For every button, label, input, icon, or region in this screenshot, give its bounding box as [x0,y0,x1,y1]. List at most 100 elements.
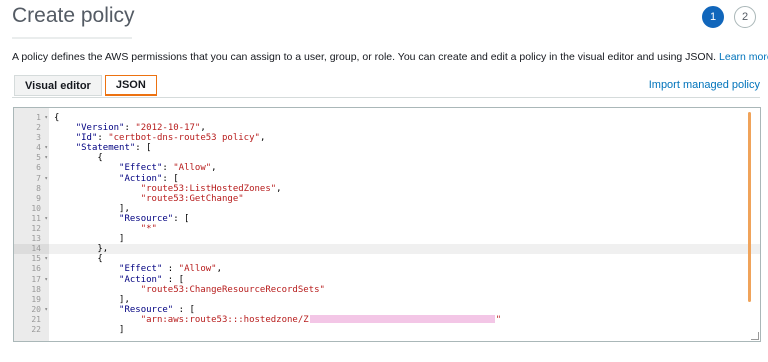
line-number-text: 18 [31,284,41,294]
line-number: 3 [14,133,49,143]
code-line[interactable]: 13 ] [14,234,760,244]
line-number-text: 6 [36,163,41,173]
line-number: 14 [14,244,49,255]
step-indicator: 1 2 [702,6,756,28]
import-managed-policy-link[interactable]: Import managed policy [649,79,760,91]
fold-arrow-icon[interactable]: ▾ [44,113,48,123]
code-text: "route53:GetChange" [140,193,244,204]
learn-more-link[interactable]: Learn more [719,51,768,63]
code-line[interactable]: 17 ▾ "Action" : [ [14,275,760,285]
code-lines: 1 ▾{2 "Version": "2012-10-17", 3 "Id": "ce… [14,113,760,335]
code-text: "Effect": "Allow", [119,163,217,174]
fold-arrow-icon[interactable]: ▾ [44,143,48,153]
code-text: "route53:ChangeResourceRecordSets" [140,284,325,295]
editor-scrollbar[interactable] [748,112,751,302]
code-line[interactable]: 15 ▾ { [14,254,760,264]
line-number-text: 22 [31,324,41,334]
fold-arrow-icon[interactable]: ▾ [44,275,48,285]
line-number-text: 20 [31,304,41,314]
redacted-block [309,315,495,324]
code-line[interactable]: 18 "route53:ChangeResourceRecordSets" [14,285,760,295]
code-text: "route53:ListHostedZones", [140,183,282,194]
line-number-text: 9 [36,193,41,203]
line-number-text: 4 [36,143,41,153]
code-text: "arn:aws:route53:::hostedzone/Z " [140,314,502,325]
code-text: }, [54,244,109,255]
code-line[interactable]: 1 ▾ { [14,113,760,123]
code-line[interactable]: 22 ] [14,325,760,335]
line-number: 20 ▾ [14,305,49,315]
line-number: 2 [14,123,49,133]
line-number-text: 17 [31,274,41,284]
step-2[interactable]: 2 [734,6,756,28]
line-number: 16 [14,264,49,274]
line-number-text: 21 [31,314,41,324]
line-number-text: 10 [31,203,41,213]
line-number-text: 11 [31,213,41,223]
line-number-text: 19 [31,294,41,304]
line-number: 4 ▾ [14,143,49,153]
line-number: 12 [14,224,49,234]
line-number: 7 ▾ [14,174,49,184]
code-line[interactable]: 20 ▾ "Resource" : [ [14,305,760,315]
code-line[interactable]: 8 "route53:ListHostedZones", [14,184,760,194]
code-line[interactable]: 3 "Id": "certbot-dns-route53 policy", [14,133,760,143]
line-number: 9 [14,194,49,204]
fold-arrow-icon[interactable]: ▾ [44,214,48,224]
line-number: 22 [14,325,49,335]
code-line[interactable]: 11 ▾ "Resource": [ [14,214,760,224]
code-line[interactable]: 12 "*" [14,224,760,234]
policy-description: A policy defines the AWS permissions tha… [12,51,768,63]
code-line[interactable]: 10 ], [14,204,760,214]
line-number: 18 [14,285,49,295]
line-number: 6 [14,163,49,173]
line-number-text: 8 [36,183,41,193]
line-number-text: 16 [31,264,41,274]
line-number: 13 [14,234,49,244]
line-number: 10 [14,204,49,214]
code-line[interactable]: 19 ], [14,295,760,305]
line-number: 1 ▾ [14,113,49,123]
code-text: { [54,254,103,265]
line-number: 19 [14,295,49,305]
code-line[interactable]: 14 }, [14,244,760,255]
line-number: 8 [14,184,49,194]
step-1[interactable]: 1 [702,6,724,28]
code-line[interactable]: 6 "Effect": "Allow", [14,163,760,173]
code-text: { [54,113,60,123]
code-text: ], [54,294,130,305]
tab-visual-editor[interactable]: Visual editor [14,75,102,96]
code-text: "Id": "certbot-dns-route53 policy", [75,133,266,144]
fold-arrow-icon[interactable]: ▾ [44,153,48,163]
resize-handle-icon[interactable] [751,332,759,340]
code-line[interactable]: 9 "route53:GetChange" [14,194,760,204]
code-line[interactable]: 4 ▾ "Statement": [ [14,143,760,153]
tab-json[interactable]: JSON [104,75,157,96]
code-text: "Resource" : [ [119,304,195,315]
fold-arrow-icon[interactable]: ▾ [44,305,48,315]
description-text: A policy defines the AWS permissions tha… [12,51,717,63]
line-number: 17 ▾ [14,275,49,285]
code-text: "*" [140,224,157,235]
page-title: Create policy [12,4,135,27]
code-text: ] [54,234,125,245]
fold-arrow-icon[interactable]: ▾ [44,254,48,264]
tab-divider [12,97,760,98]
code-line[interactable]: 16 "Effect" : "Allow", [14,264,760,274]
code-text: ], [54,203,130,214]
code-line[interactable]: 2 "Version": "2012-10-17", [14,123,760,133]
code-text: "Effect" : "Allow", [119,264,223,275]
line-number: 11 ▾ [14,214,49,224]
code-text: ] [54,324,125,335]
line-number-text: 2 [36,123,41,133]
code-text: "Action" : [ [119,274,185,285]
code-line[interactable]: 21 "arn:aws:route53:::hostedzone/Z " [14,315,760,325]
line-number-text: 1 [36,113,41,122]
code-line[interactable]: 7 ▾ "Action": [ [14,174,760,184]
code-line[interactable]: 5 ▾ { [14,153,760,163]
title-divider [12,37,132,39]
code-text: { [54,153,103,164]
json-editor[interactable]: 1 ▾{2 "Version": "2012-10-17", 3 "Id": "ce… [13,107,761,342]
fold-arrow-icon[interactable]: ▾ [44,174,48,184]
line-number-text: 5 [36,153,41,163]
